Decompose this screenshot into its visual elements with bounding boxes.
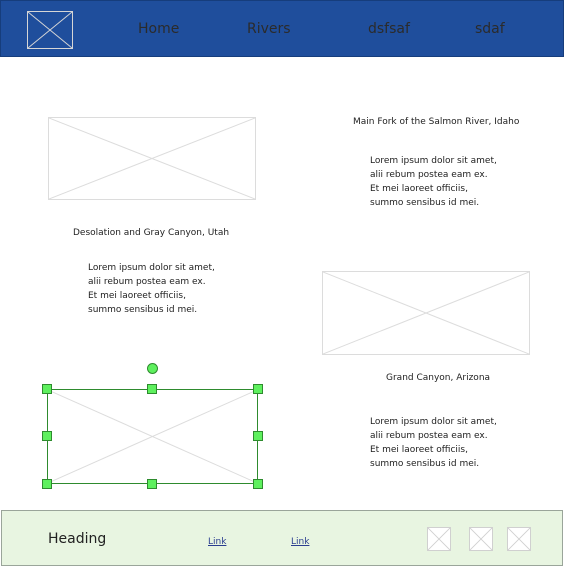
nav-item-rivers[interactable]: Rivers (247, 21, 291, 37)
footer-link[interactable]: Link (208, 537, 226, 547)
section-text: Lorem ipsum dolor sit amet, alii rebum p… (370, 156, 497, 208)
logo-placeholder-icon (27, 11, 73, 49)
resize-handle-icon[interactable] (253, 431, 263, 441)
image-placeholder-icon (322, 271, 530, 355)
resize-handle-icon[interactable] (253, 479, 263, 489)
image-placeholder-icon (48, 117, 256, 200)
social-placeholder-icon[interactable] (427, 527, 451, 551)
nav-item-sdaf[interactable]: sdaf (475, 21, 505, 37)
site-footer: Heading Link Link (1, 510, 563, 566)
section-caption: Grand Canyon, Arizona (386, 373, 491, 383)
footer-heading: Heading (48, 531, 107, 547)
section-caption: Main Fork of the Salmon River, Idaho (353, 117, 520, 127)
resize-handle-icon[interactable] (253, 384, 263, 394)
section-text: Lorem ipsum dolor sit amet, alii rebum p… (88, 263, 215, 315)
selected-image-placeholder[interactable] (47, 389, 258, 484)
rotate-handle-icon[interactable] (147, 363, 158, 374)
section-text: Lorem ipsum dolor sit amet, alii rebum p… (370, 417, 497, 469)
resize-handle-icon[interactable] (42, 384, 52, 394)
footer-link[interactable]: Link (291, 537, 309, 547)
resize-handle-icon[interactable] (42, 431, 52, 441)
site-header: Home Rivers dsfsaf sdaf (0, 0, 564, 57)
resize-handle-icon[interactable] (147, 384, 157, 394)
section-caption: Desolation and Gray Canyon, Utah (73, 228, 230, 238)
resize-handle-icon[interactable] (147, 479, 157, 489)
social-placeholder-icon[interactable] (469, 527, 493, 551)
social-placeholder-icon[interactable] (507, 527, 531, 551)
nav-item-dsfsaf[interactable]: dsfsaf (368, 21, 410, 37)
nav-item-home[interactable]: Home (138, 21, 179, 37)
resize-handle-icon[interactable] (42, 479, 52, 489)
